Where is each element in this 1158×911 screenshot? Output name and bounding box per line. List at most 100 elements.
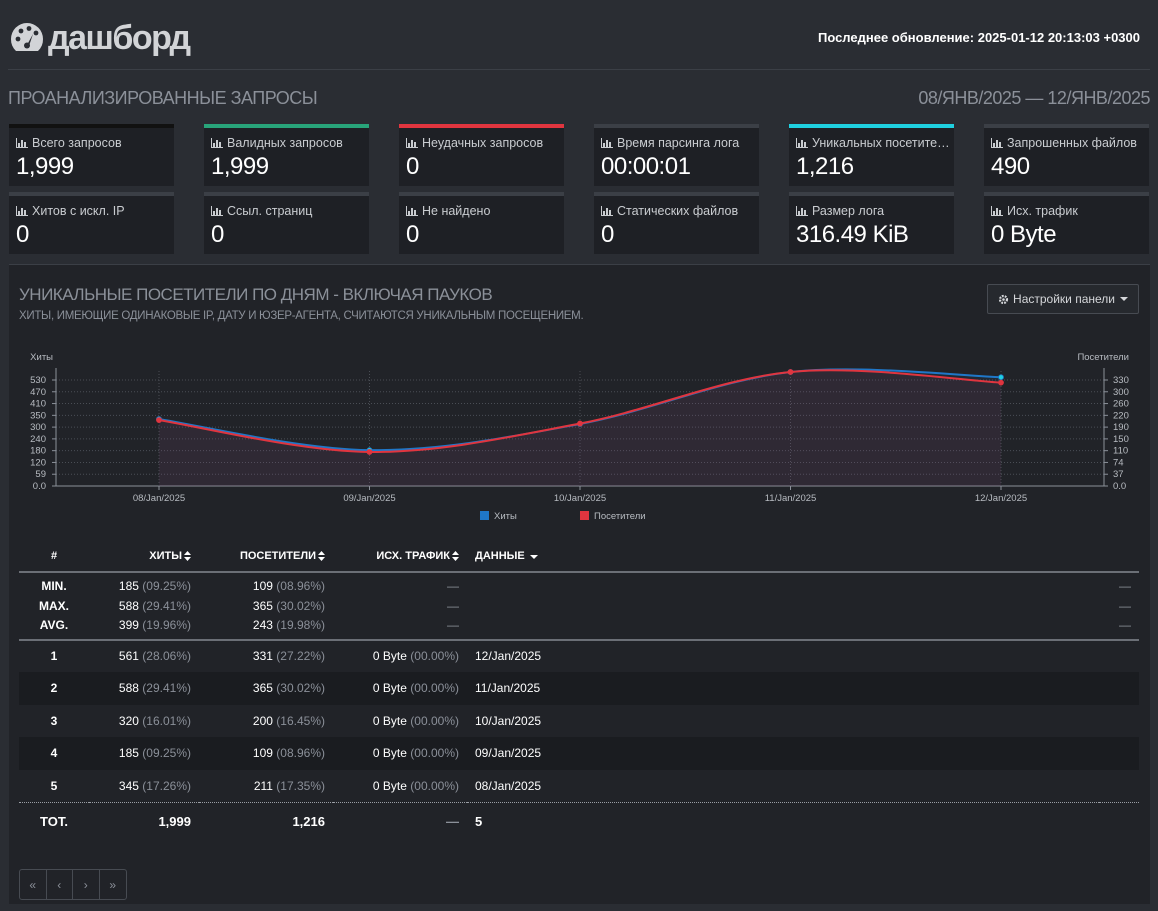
stat-row-avg: AVG. 399 (19.96%) 243 (19.98%) — — — [19, 617, 1139, 640]
table-row[interactable]: 5 345 (17.26%) 211 (17.35%) 0 Byte (00.0… — [19, 770, 1139, 803]
col-header-bandwidth[interactable]: Исх. трафик — [333, 540, 467, 572]
bar-chart-icon — [16, 138, 28, 148]
card-value: 0 — [406, 153, 419, 180]
dashboard-gauge-icon — [8, 20, 46, 57]
y-tick-label-right: 260 — [1113, 399, 1129, 410]
y-tick-label-right: 190 — [1113, 422, 1129, 433]
card-static-files: Статических файлов 0 — [594, 192, 759, 254]
table-row[interactable]: 1 561 (28.06%) 331 (27.22%) 0 Byte (00.0… — [19, 640, 1139, 673]
total-row: TOT. 1,999 1,216 — 5 — [19, 802, 1139, 840]
card-label: Неудачных запросов — [422, 136, 544, 150]
table-header-row: # Хиты Посетители Исх. трафик Данные — [19, 540, 1139, 572]
card-accent — [9, 192, 174, 196]
legend-label: Хиты — [494, 511, 517, 522]
top-bar: дашборд Последнее обновление: 2025-01-12… — [8, 0, 1150, 70]
pagination: « ‹ › » — [19, 869, 127, 900]
card-label: Валидных запросов — [227, 136, 343, 150]
bar-chart-icon — [991, 206, 1003, 216]
card-accent — [399, 192, 564, 196]
card-value: 1,999 — [16, 153, 74, 180]
x-tick-label: 08/Jan/2025 — [133, 493, 185, 504]
y-tick-label-left: 410 — [30, 399, 46, 410]
card-value: 0 Byte — [991, 221, 1057, 248]
card-requested-files: Запрошенных файлов 490 — [984, 124, 1149, 186]
col-header-index: # — [50, 549, 58, 562]
card-failed-requests: Неудачных запросов 0 — [399, 124, 564, 186]
card-value: 316.49 KiB — [796, 221, 909, 248]
bar-chart-icon — [16, 206, 28, 216]
gear-icon — [998, 294, 1009, 304]
legend-swatch — [580, 511, 589, 520]
panel-settings-button[interactable]: Настройки панели — [987, 284, 1139, 314]
panel-settings-label: Настройки панели — [1013, 292, 1115, 306]
y-tick-label-right: 220 — [1113, 410, 1129, 421]
y-tick-label-left: 350 — [30, 410, 46, 421]
bar-chart-icon — [796, 138, 808, 148]
y-tick-label-right: 74 — [1113, 457, 1124, 468]
logo[interactable]: дашборд — [8, 18, 191, 58]
sort-icon — [318, 550, 325, 561]
y-tick-label-right: 0.0 — [1113, 481, 1126, 492]
stat-row-min: MIN. 185 (09.25%) 109 (08.96%) — — — [41, 578, 1131, 593]
first-page-button[interactable]: « — [20, 870, 47, 899]
table-row[interactable]: 4 185 (09.25%) 109 (08.96%) 0 Byte (00.0… — [19, 737, 1139, 770]
card-accent — [204, 192, 369, 196]
card-value: 0 — [601, 221, 614, 248]
card-label: Не найдено — [422, 204, 491, 218]
y-axis-title-right: Посетители — [1077, 352, 1129, 363]
section-title: ПРОАНАЛИЗИРОВАННЫЕ ЗАПРОСЫ — [8, 88, 318, 108]
data-point — [998, 374, 1004, 381]
card-parse-time: Время парсинга лога 00:00:01 — [594, 124, 759, 186]
bar-chart-icon — [601, 206, 613, 216]
card-label: Запрошенных файлов — [1007, 136, 1137, 150]
y-tick-label-right: 110 — [1113, 446, 1128, 457]
card-unique-visitors: Уникальных посетите… 1,216 — [789, 124, 954, 186]
card-value: 0 — [211, 221, 224, 248]
panel-subtitle: ХИТЫ, ИМЕЮЩИЕ ОДИНАКОВЫЕ IP, ДАТУ И ЮЗЕР… — [19, 310, 584, 322]
data-point — [156, 417, 162, 423]
next-page-button[interactable]: › — [73, 870, 100, 899]
legend-label: Посетители — [594, 511, 646, 522]
table-row[interactable]: 3 320 (16.01%) 200 (16.45%) 0 Byte (00.0… — [19, 705, 1139, 738]
logo-text: дашборд — [48, 19, 191, 57]
y-tick-label-left: 120 — [30, 457, 46, 468]
card-label: Время парсинга лога — [617, 136, 740, 150]
card-label: Статических файлов — [617, 204, 739, 218]
caret-down-icon — [1120, 297, 1128, 301]
card-accent — [984, 192, 1149, 196]
data-point — [366, 449, 373, 455]
x-tick-label: 10/Jan/2025 — [554, 493, 606, 504]
panel-title: УНИКАЛЬНЫЕ ПОСЕТИТЕЛИ ПО ДНЯМ - ВКЛЮЧАЯ … — [19, 285, 493, 304]
card-bandwidth: Исх. трафик 0 Byte — [984, 192, 1149, 254]
bar-chart-icon — [796, 206, 808, 216]
card-value: 0 — [406, 221, 419, 248]
y-tick-label-left: 240 — [30, 434, 46, 445]
bar-chart-icon — [406, 206, 418, 216]
last-page-button[interactable]: » — [100, 870, 127, 899]
card-value: 490 — [991, 153, 1030, 180]
y-tick-label-right: 150 — [1113, 434, 1129, 445]
col-header-visitors[interactable]: Посетители — [199, 540, 333, 572]
table-row[interactable]: 2 588 (29.41%) 365 (30.02%) 0 Byte (00.0… — [19, 672, 1139, 705]
card-referrers: Ссыл. страниц 0 — [204, 192, 369, 254]
y-tick-label-right: 37 — [1113, 469, 1124, 480]
data-point — [998, 379, 1004, 386]
y-axis-title-left: Хиты — [30, 352, 53, 363]
card-accent — [594, 124, 759, 128]
card-label: Уникальных посетите… — [812, 136, 948, 150]
section-header: ПРОАНАЛИЗИРОВАННЫЕ ЗАПРОСЫ 08/ЯНВ/2025 —… — [8, 88, 1150, 112]
card-value: 0 — [16, 221, 29, 248]
col-header-hits[interactable]: Хиты — [89, 540, 199, 572]
card-log-size: Размер лога 316.49 KiB — [789, 192, 954, 254]
col-header-data[interactable]: Данные — [467, 540, 1099, 572]
card-accent — [204, 124, 369, 128]
visitors-chart: 0.0 0.059 37120 74180 110240 150300 190350 2204… — [30, 352, 1129, 522]
legend-swatch — [480, 511, 489, 520]
last-updated: Последнее обновление: 2025-01-12 20:13:0… — [817, 30, 1140, 45]
card-label: Всего запросов — [32, 136, 122, 150]
y-tick-label-left: 470 — [30, 387, 46, 398]
y-tick-label-right: 330 — [1113, 375, 1129, 386]
card-accent — [594, 192, 759, 196]
prev-page-button[interactable]: ‹ — [47, 870, 73, 899]
card-excluded-ip-hits: Хитов с искл. IP 0 — [9, 192, 174, 254]
